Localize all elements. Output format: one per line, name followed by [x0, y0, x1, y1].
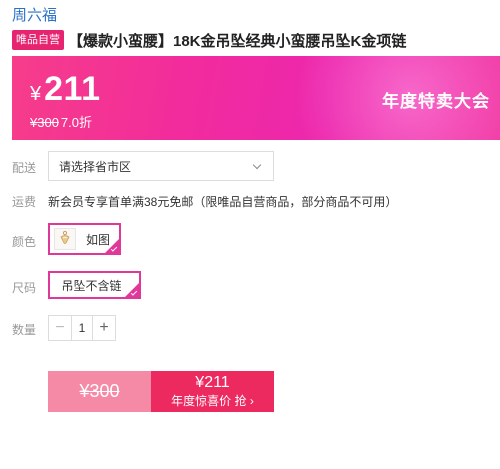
color-label: 颜色	[12, 235, 37, 249]
product-title-row: 唯品自营 【爆款小蛮腰】18K金吊坠经典小蛮腰吊坠K金项链	[12, 29, 406, 51]
buy-cta-label: 年度惊喜价 抢 ›	[171, 394, 254, 408]
size-label: 尺码	[12, 281, 37, 295]
quantity-increment-button[interactable]: +	[93, 316, 115, 340]
discount-label: 7.0折	[60, 115, 92, 130]
chevron-down-icon	[252, 160, 262, 170]
pendant-thumbnail-icon	[54, 228, 76, 250]
price-value: 211	[44, 70, 101, 108]
promo-event-title: 年度特卖大会	[382, 92, 490, 111]
buy-price: ¥211	[195, 374, 230, 391]
current-price: ¥ 211	[30, 70, 100, 109]
buy-now-button[interactable]: ¥211 年度惊喜价 抢 ›	[151, 371, 274, 412]
region-select[interactable]: 请选择省市区	[48, 151, 274, 181]
quantity-stepper: − 1 +	[48, 315, 116, 341]
quantity-label: 数量	[12, 323, 37, 337]
color-option-selected[interactable]: 如图	[48, 223, 121, 255]
brand-name[interactable]: 周六福	[12, 4, 57, 25]
shipping-label: 运费	[12, 195, 37, 209]
buy-button-group: ¥300 ¥211 年度惊喜价 抢 ›	[48, 371, 274, 412]
price-currency: ¥	[30, 83, 42, 105]
original-price: ¥300	[30, 115, 59, 130]
original-price-line: ¥300 7.0折	[30, 112, 92, 131]
quantity-decrement-button[interactable]: −	[49, 316, 71, 340]
quantity-value[interactable]: 1	[71, 316, 93, 340]
price-banner: ¥ 211 ¥300 7.0折 年度特卖大会	[12, 56, 500, 140]
size-option-label: 吊坠不含链	[61, 278, 122, 293]
vip-self-operated-badge: 唯品自营	[12, 30, 64, 50]
size-option-selected[interactable]: 吊坠不含链	[48, 271, 141, 299]
product-title: 【爆款小蛮腰】18K金吊坠经典小蛮腰吊坠K金项链	[68, 32, 407, 50]
shipping-info: 新会员专享首单满38元免邮（限唯品自营商品，部分商品不可用）	[48, 195, 398, 209]
region-placeholder: 请选择省市区	[59, 159, 132, 174]
buy-original-price: ¥300	[79, 381, 120, 401]
original-price-button[interactable]: ¥300	[48, 371, 151, 412]
delivery-label: 配送	[12, 161, 37, 175]
